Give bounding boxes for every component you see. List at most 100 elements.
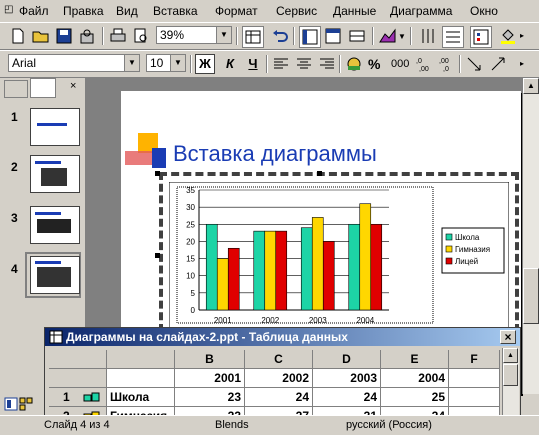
toolbar-overflow-icon[interactable]: ▸	[520, 31, 524, 40]
table-cell[interactable]: 25	[381, 388, 449, 407]
table-cell[interactable]: 2003	[313, 369, 381, 388]
resize-handle[interactable]	[317, 171, 322, 176]
slide-thumbnail-1[interactable]	[30, 108, 80, 146]
slide-thumbnail-4[interactable]	[30, 256, 80, 294]
menu-chart[interactable]: Диаграмма	[390, 4, 452, 18]
menu-tools[interactable]: Сервис	[276, 4, 317, 18]
menu-format[interactable]: Формат	[215, 4, 258, 18]
menu-edit[interactable]: Правка	[63, 4, 104, 18]
zoom-combo[interactable]: 39% ▼	[156, 26, 232, 44]
table-cell[interactable]: 24	[313, 388, 381, 407]
bar[interactable]	[311, 217, 324, 311]
scroll-thumb[interactable]	[523, 268, 539, 324]
fill-color-icon[interactable]	[498, 26, 518, 46]
bar[interactable]	[216, 258, 229, 311]
bar[interactable]	[253, 230, 266, 311]
app-icon[interactable]: ◰	[4, 4, 13, 15]
chevron-down-icon[interactable]: ▼	[398, 32, 406, 41]
outline-tab[interactable]	[4, 80, 28, 98]
bar[interactable]	[227, 247, 240, 311]
table-cell[interactable]: 24	[245, 388, 313, 407]
bar[interactable]	[275, 230, 288, 311]
scroll-up-arrow-icon[interactable]: ▲	[503, 348, 518, 363]
resize-handle[interactable]	[155, 171, 160, 176]
bar[interactable]	[348, 223, 361, 311]
normal-view-icon[interactable]	[4, 397, 18, 411]
chevron-down-icon[interactable]: ▼	[170, 55, 185, 71]
table-cell[interactable]: Школа	[107, 388, 175, 407]
by-row-icon[interactable]	[299, 26, 321, 48]
close-icon[interactable]: ×	[70, 80, 76, 92]
datasheet-scrollbar[interactable]: ▲	[502, 348, 519, 418]
bar[interactable]	[264, 230, 277, 311]
align-right-icon[interactable]	[317, 54, 337, 74]
legend-icon[interactable]	[470, 26, 492, 48]
menu-data[interactable]: Данные	[333, 4, 376, 18]
menu-file[interactable]: Файл	[19, 4, 49, 18]
undo-icon[interactable]	[270, 26, 290, 46]
sorter-view-icon[interactable]	[19, 397, 33, 411]
column-header-a[interactable]	[107, 350, 175, 369]
permission-icon[interactable]	[77, 26, 97, 46]
slide-thumbnail-2[interactable]	[30, 155, 80, 193]
percent-button[interactable]: %	[368, 56, 380, 72]
open-folder-icon[interactable]	[31, 26, 51, 46]
chevron-down-icon[interactable]: ▼	[124, 55, 139, 71]
slides-tab[interactable]	[30, 78, 56, 98]
close-button[interactable]: ×	[500, 330, 516, 344]
value-axis-gridlines-icon[interactable]	[442, 26, 464, 48]
table-cell[interactable]: 2002	[245, 369, 313, 388]
table-cell[interactable]	[107, 369, 175, 388]
corner-cell[interactable]	[49, 350, 107, 369]
underline-button[interactable]: Ч	[243, 54, 263, 74]
menu-view[interactable]: Вид	[116, 4, 138, 18]
vertical-scrollbar[interactable]: ▲	[522, 78, 539, 394]
table-cell[interactable]: 23	[175, 388, 245, 407]
bar[interactable]	[359, 203, 372, 311]
bold-button[interactable]: Ж	[195, 54, 215, 74]
bar[interactable]	[300, 227, 313, 311]
column-header-d[interactable]: D	[313, 350, 381, 369]
datasheet-titlebar[interactable]: Диаграммы на слайдах-2.ppt - Таблица дан…	[45, 328, 520, 346]
menu-insert[interactable]: Вставка	[153, 4, 198, 18]
preview-icon[interactable]	[131, 26, 151, 46]
table-cell[interactable]	[449, 369, 500, 388]
resize-handle[interactable]	[155, 253, 160, 258]
table-cell[interactable]: 2001	[175, 369, 245, 388]
scroll-thumb[interactable]	[503, 364, 518, 386]
by-column-icon[interactable]	[323, 26, 343, 46]
chevron-down-icon[interactable]: ▼	[216, 27, 231, 43]
column-header-f[interactable]: F	[449, 350, 500, 369]
bar[interactable]	[322, 241, 335, 311]
column-header-c[interactable]: C	[245, 350, 313, 369]
menu-window[interactable]: Окно	[470, 4, 498, 18]
chart-type-icon[interactable]	[378, 26, 398, 46]
table-cell[interactable]: 2004	[381, 369, 449, 388]
slide-title[interactable]: Вставка диаграммы	[173, 141, 377, 167]
row-header[interactable]: 1	[49, 388, 107, 407]
row-header[interactable]	[49, 369, 107, 388]
column-header-b[interactable]: B	[175, 350, 245, 369]
data-table-icon[interactable]	[347, 26, 367, 46]
angle-text-down-icon[interactable]	[464, 54, 484, 74]
bar[interactable]	[205, 223, 218, 311]
datasheet-icon[interactable]	[242, 26, 264, 48]
toolbar-overflow-icon[interactable]: ▸	[520, 59, 524, 68]
italic-button[interactable]: К	[220, 54, 240, 74]
bar[interactable]	[370, 223, 383, 311]
new-file-icon[interactable]	[8, 26, 28, 46]
decrease-decimal-icon[interactable]: ,00,0	[437, 54, 457, 74]
font-size-combo[interactable]: 10 ▼	[146, 54, 186, 72]
slide-thumbnail-3[interactable]	[30, 206, 80, 244]
chart[interactable]: 0 5 10 15 20 25 30 35 2001 2002 2003 2004 Школа Гимн…	[169, 182, 509, 332]
align-center-icon[interactable]	[294, 54, 314, 74]
currency-icon[interactable]	[344, 54, 364, 74]
save-icon[interactable]	[54, 26, 74, 46]
table-cell[interactable]	[449, 388, 500, 407]
print-icon[interactable]	[108, 26, 128, 46]
align-left-icon[interactable]	[271, 54, 291, 74]
angle-text-up-icon[interactable]	[488, 54, 508, 74]
font-combo[interactable]: Arial ▼	[8, 54, 140, 72]
thousands-button[interactable]: 000	[391, 58, 409, 70]
increase-decimal-icon[interactable]: ,0,00	[414, 54, 434, 74]
